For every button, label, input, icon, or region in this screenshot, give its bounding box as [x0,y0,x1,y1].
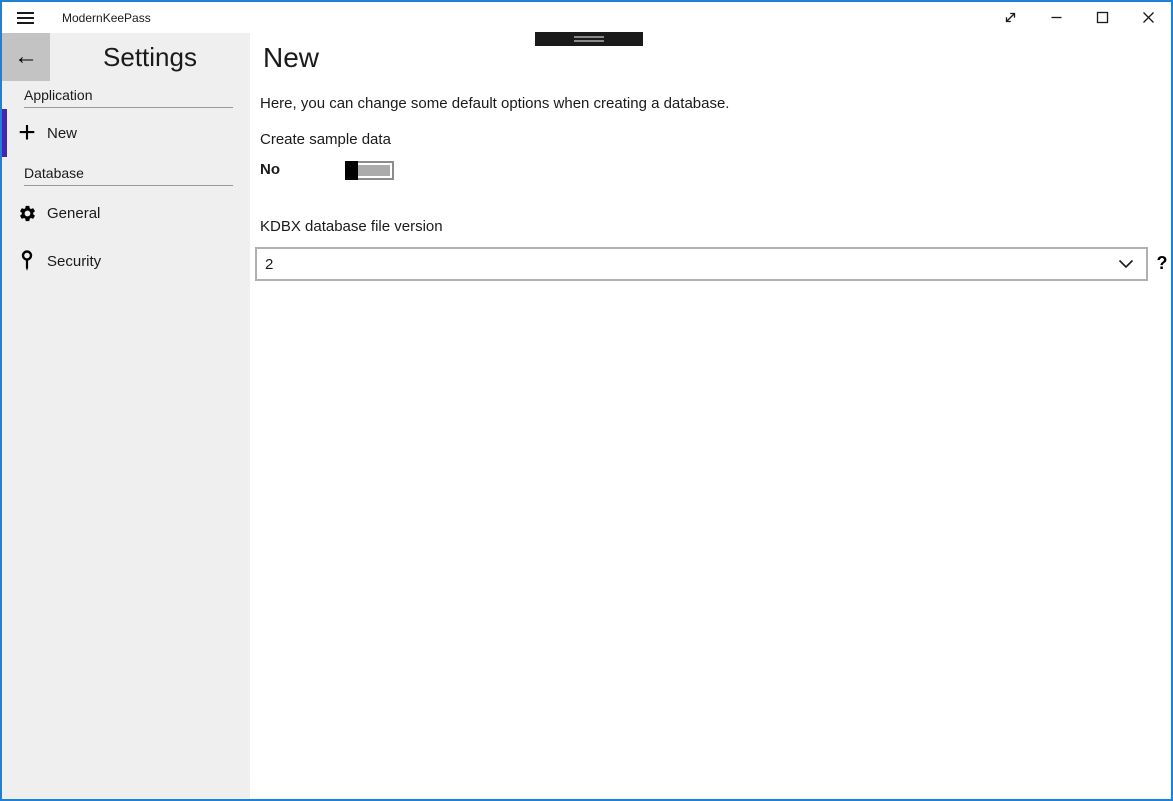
sidebar-item-label: New [47,125,77,142]
dropdown-selected-value: 2 [265,256,273,273]
sidebar-item-general[interactable]: General [2,189,250,237]
key-icon [15,250,39,272]
toggle-state-label: No [260,161,280,178]
selected-indicator [2,109,7,157]
minimize-button[interactable] [1033,2,1079,33]
grip-line [574,40,604,42]
settings-sidebar: ← Settings Application + New Database Ge… [2,33,250,799]
collapsed-command-bar[interactable] [535,32,643,46]
content-description: Here, you can change some default option… [260,95,729,112]
kdbx-version-label: KDBX database file version [260,218,443,235]
create-sample-data-label: Create sample data [260,131,391,148]
minimize-icon [1048,9,1065,26]
gear-icon [15,204,39,223]
back-arrow-icon: ← [14,45,38,69]
plus-icon: + [15,121,39,145]
create-sample-data-toggle[interactable] [345,161,394,180]
sidebar-item-label: Security [47,253,101,270]
help-button[interactable]: ? [1153,250,1171,276]
page-title: Settings [50,33,250,81]
section-header-database: Database [24,165,233,186]
window-controls [987,2,1171,33]
back-button[interactable]: ← [2,33,50,81]
toggle-knob [345,161,358,180]
sidebar-item-security[interactable]: Security [2,237,250,285]
sidebar-item-label: General [47,205,100,222]
close-icon [1140,9,1157,26]
app-title: ModernKeePass [62,11,151,25]
kdbx-version-dropdown[interactable]: 2 [255,247,1148,281]
section-header-application: Application [24,87,233,108]
hamburger-menu-icon[interactable] [2,2,48,33]
close-button[interactable] [1125,2,1171,33]
maximize-button[interactable] [1079,2,1125,33]
maximize-icon [1094,9,1111,26]
grip-line [574,36,604,38]
titlebar: ModernKeePass [2,2,1171,33]
sidebar-item-new[interactable]: + New [2,109,250,157]
content-heading: New [263,42,319,74]
chevron-down-icon [1118,259,1134,269]
fullscreen-icon [1002,9,1019,26]
app-window: ModernKeePass [0,0,1173,801]
fullscreen-button[interactable] [987,2,1033,33]
